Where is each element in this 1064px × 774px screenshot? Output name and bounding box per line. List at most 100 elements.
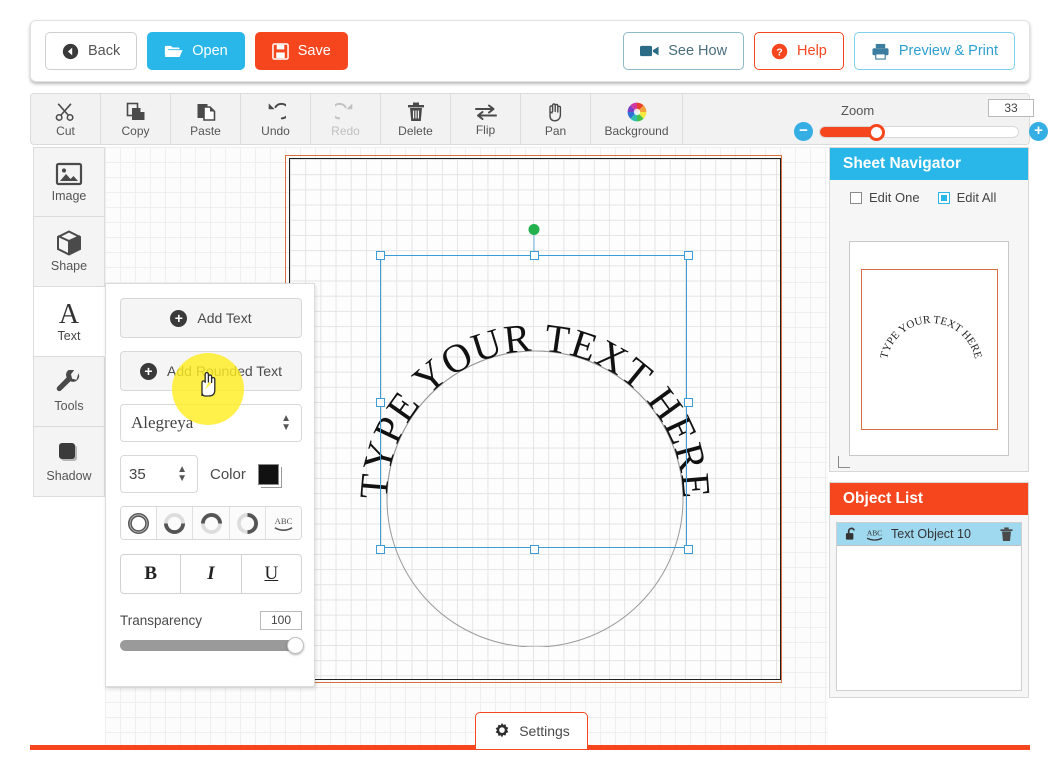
checkbox-box-checked (937, 191, 950, 204)
open-button[interactable]: Open (147, 32, 245, 70)
rail-item-image-label: Image (51, 188, 87, 203)
selection-bounding-box[interactable] (376, 224, 693, 554)
copy-pages-icon (126, 102, 146, 122)
paste-tool[interactable]: Paste (171, 94, 241, 144)
rail-item-shadow[interactable]: Shadow (33, 427, 105, 497)
tool-strip: Cut Copy Paste Undo Redo Delete Flip Pan… (30, 93, 1048, 145)
add-rounded-text-button[interactable]: + Add Rounded Text (120, 351, 302, 391)
resize-handle-top-right[interactable] (684, 251, 693, 260)
sheet-navigator-panel: Sheet Navigator Edit One Edit All TYPE Y… (829, 147, 1029, 472)
delete-tool[interactable]: Delete (381, 94, 451, 144)
back-button[interactable]: Back (45, 32, 138, 70)
object-list-body: ABC Text Object 10 (836, 522, 1022, 691)
trash-can-icon[interactable] (1000, 526, 1013, 542)
add-text-button[interactable]: + Add Text (120, 298, 302, 338)
help-button[interactable]: ? Help (754, 32, 844, 70)
font-family-select[interactable]: Alegreya ▲ ▼ (120, 404, 302, 442)
curve-top-half-button[interactable] (193, 507, 230, 539)
rail-item-tools-label: Tools (54, 399, 84, 413)
zoom-value-input[interactable]: 33 (988, 99, 1034, 117)
transparency-row: Transparency 100 (120, 611, 302, 630)
rail-item-shadow-label: Shadow (46, 469, 92, 483)
copy-tool[interactable]: Copy (101, 94, 171, 144)
thumbnail-curved-text: TYPE YOUR TEXT HERE (878, 314, 984, 360)
rail-item-text[interactable]: A Text (33, 287, 105, 357)
edit-all-label: Edit All (956, 190, 997, 205)
zoom-slider-row: − + (786, 119, 1056, 145)
font-size-value: 35 (129, 465, 146, 483)
edit-one-checkbox[interactable]: Edit One (850, 190, 920, 205)
rail-item-tools[interactable]: Tools (33, 357, 105, 427)
add-text-button-label: Add Text (197, 310, 252, 326)
unlocked-padlock-icon[interactable] (845, 527, 858, 541)
see-how-button[interactable]: See How (623, 32, 745, 70)
resize-handle-top-left[interactable] (376, 251, 385, 260)
redo-tool[interactable]: Redo (311, 94, 381, 144)
italic-button[interactable]: I (181, 555, 242, 593)
chevron-updown-icon: ▲ ▼ (177, 464, 187, 484)
preview-print-button[interactable]: Preview & Print (853, 32, 1015, 70)
pan-tool[interactable]: Pan (521, 94, 591, 144)
color-wheel-icon (627, 102, 647, 122)
settings-button-label: Settings (519, 723, 570, 739)
rail-item-image[interactable]: Image (33, 147, 105, 217)
object-list-row[interactable]: ABC Text Object 10 (837, 523, 1021, 546)
folder-open-icon (164, 43, 183, 59)
curve-arc-abc-button[interactable]: ABC (265, 507, 301, 539)
transparency-value-input[interactable]: 100 (260, 611, 302, 630)
letter-a-icon: A (56, 300, 82, 326)
picture-icon (55, 162, 83, 186)
abc-curved-text-icon: ABC (865, 527, 884, 541)
edit-all-checkbox[interactable]: Edit All (937, 190, 997, 205)
underline-button[interactable]: U (242, 555, 301, 593)
curve-bottom-half-icon (164, 512, 186, 534)
resize-corner-marker[interactable] (838, 456, 850, 468)
transparency-slider-track[interactable] (120, 637, 304, 654)
text-style-group: B I U (120, 554, 302, 594)
color-swatch[interactable] (257, 463, 279, 485)
app-root: Back Open Save See How ? Help Preview & … (0, 0, 1064, 774)
open-button-label: Open (192, 43, 228, 59)
sheet-edit-mode-row: Edit One Edit All (830, 180, 1028, 213)
font-family-value: Alegreya (131, 413, 194, 432)
curve-right-half-button[interactable] (229, 507, 266, 539)
hand-icon (546, 102, 565, 122)
see-how-button-label: See How (668, 43, 728, 59)
zoom-in-button[interactable]: + (1029, 122, 1048, 141)
zoom-out-button[interactable]: − (794, 122, 813, 141)
background-tool[interactable]: Background (591, 94, 683, 144)
bold-button[interactable]: B (121, 555, 182, 593)
printer-icon (871, 43, 890, 60)
rotation-handle[interactable] (528, 224, 539, 235)
plus-circle-icon: + (140, 362, 158, 380)
delete-tool-label: Delete (398, 123, 433, 138)
rail-item-shape[interactable]: Shape (33, 217, 105, 287)
resize-handle-bottom-center[interactable] (530, 545, 539, 554)
font-size-stepper[interactable]: 35 ▲ ▼ (120, 455, 198, 493)
transparency-slider-knob[interactable] (287, 637, 304, 654)
curve-bottom-half-button[interactable] (157, 507, 194, 539)
resize-handle-bottom-left[interactable] (376, 545, 385, 554)
curve-top-half-icon (200, 512, 222, 534)
cut-tool[interactable]: Cut (31, 94, 101, 144)
sheet-thumbnail[interactable]: TYPE YOUR TEXT HERE (849, 241, 1009, 456)
zoom-slider-track[interactable] (819, 124, 1019, 141)
curve-full-circle-button[interactable] (121, 507, 158, 539)
save-button-label: Save (297, 43, 331, 59)
save-button[interactable]: Save (254, 32, 348, 70)
object-list-row-label: Text Object 10 (891, 527, 971, 541)
sheet-thumbnail-page: TYPE YOUR TEXT HERE (861, 269, 998, 430)
preview-print-button-label: Preview & Print (898, 43, 998, 59)
undo-tool[interactable]: Undo (241, 94, 311, 144)
floppy-disk-icon (271, 42, 289, 60)
resize-handle-top-center[interactable] (530, 251, 539, 260)
redo-arrow-icon (335, 102, 356, 122)
rail-item-text-label: Text (57, 329, 81, 343)
resize-handle-middle-left[interactable] (376, 398, 385, 407)
resize-handle-bottom-right[interactable] (684, 545, 693, 554)
svg-text:?: ? (776, 47, 782, 58)
flip-tool[interactable]: Flip (451, 94, 521, 144)
zoom-slider-knob[interactable] (868, 124, 885, 141)
resize-handle-middle-right[interactable] (684, 398, 693, 407)
settings-button[interactable]: Settings (475, 712, 588, 750)
